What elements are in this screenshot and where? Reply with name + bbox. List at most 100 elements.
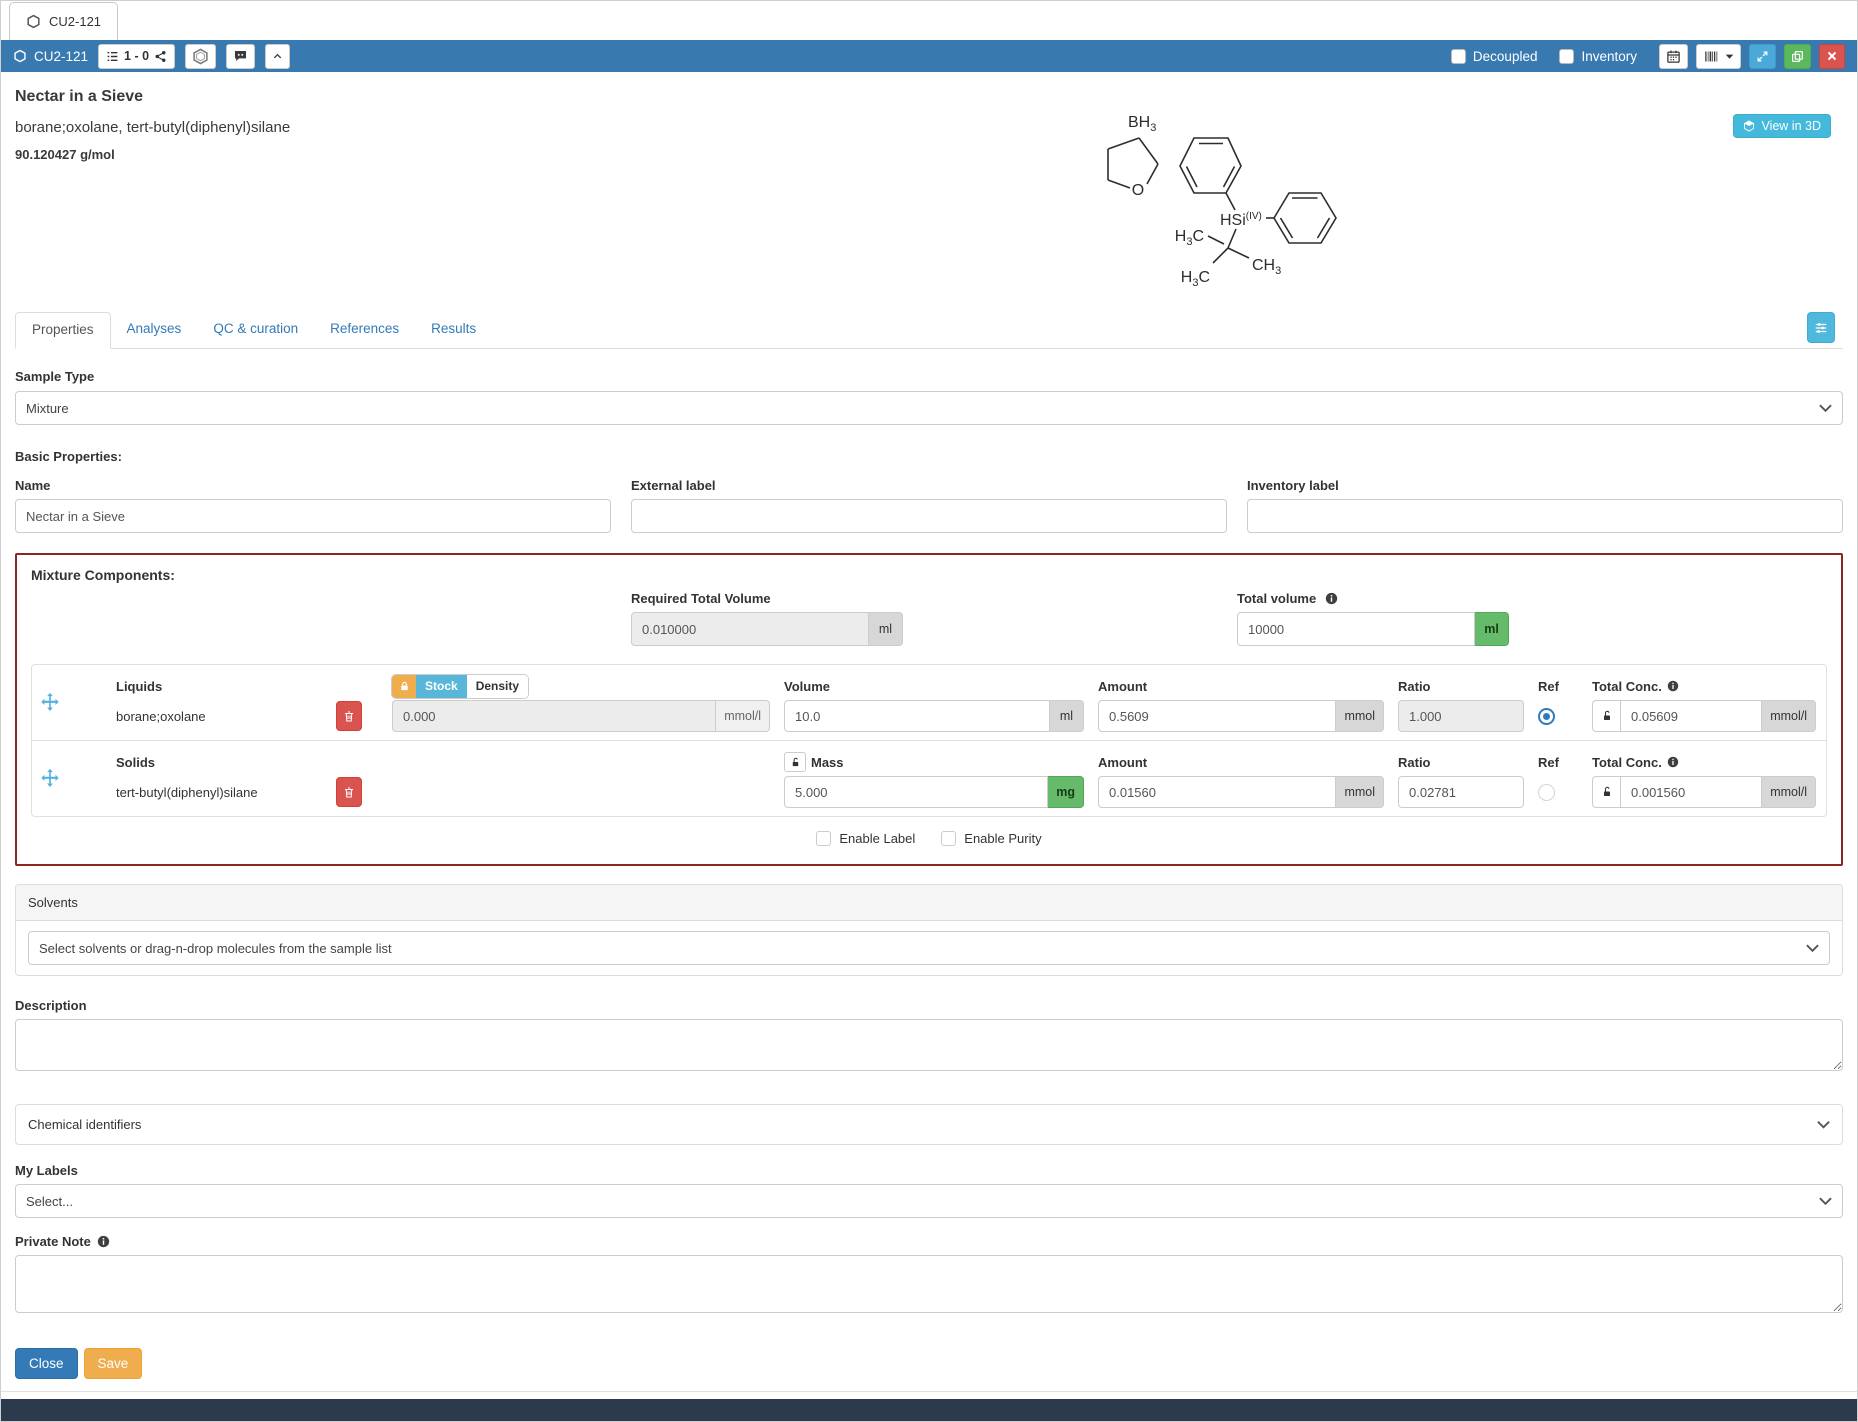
total-conc-input[interactable] (1620, 776, 1762, 808)
dates-button[interactable] (1659, 44, 1688, 69)
volume-input[interactable] (784, 700, 1050, 732)
trash-icon (343, 786, 355, 799)
close-button[interactable]: Close (15, 1348, 78, 1379)
benzene-icon (13, 49, 27, 63)
total-conc-unit[interactable]: mmol/l (1762, 776, 1816, 808)
decoupled-checkbox[interactable]: Decoupled (1451, 49, 1538, 64)
barcode-button[interactable] (1696, 44, 1741, 69)
basic-properties-heading: Basic Properties: (15, 449, 1843, 464)
tab-references[interactable]: References (314, 312, 415, 348)
collapse-button[interactable] (265, 44, 290, 69)
molecule-button[interactable] (185, 44, 216, 69)
benzene-icon (192, 48, 209, 65)
tab-analyses[interactable]: Analyses (111, 312, 198, 348)
amount-input[interactable] (1098, 700, 1336, 732)
sample-type-select[interactable]: Mixture (15, 391, 1843, 425)
delete-component-button[interactable] (336, 701, 362, 731)
solvents-select[interactable]: Select solvents or drag-n-drop molecules… (28, 931, 1830, 965)
mass-header: Mass (811, 755, 844, 770)
stock-toggle[interactable]: Stock (416, 675, 467, 698)
unlock-icon[interactable] (1592, 700, 1620, 732)
liquids-header: Liquids (116, 676, 378, 696)
components-table: Liquids borane;oxolane (31, 664, 1827, 817)
private-note-textarea[interactable] (15, 1255, 1843, 1313)
tab-properties[interactable]: Properties (15, 312, 111, 349)
svg-text:BH3: BH3 (1128, 114, 1156, 134)
solid-component-row: Solids tert-butyl(diphenyl)silane (32, 740, 1826, 816)
name-field-group: Name (15, 478, 611, 533)
ref-header: Ref (1538, 752, 1578, 772)
expand-icon (1756, 50, 1769, 63)
lock-icon[interactable] (392, 675, 416, 698)
detail-tabs: Properties Analyses QC & curation Refere… (15, 312, 1843, 349)
ratio-header: Ratio (1398, 676, 1524, 696)
close-detail-button[interactable] (1819, 44, 1845, 69)
analyses-counter-label: 1 - 0 (124, 49, 149, 63)
amount-input[interactable] (1098, 776, 1336, 808)
tab-results[interactable]: Results (415, 312, 492, 348)
stock-concentration-input (392, 700, 716, 732)
amount-unit[interactable]: mmol (1336, 700, 1384, 732)
inventory-label-input[interactable] (1247, 499, 1843, 533)
tab-qc-curation[interactable]: QC & curation (197, 312, 314, 348)
stock-density-toggle: Stock Density (392, 675, 528, 698)
amount-unit[interactable]: mmol (1336, 776, 1384, 808)
analyses-counter-button[interactable]: 1 - 0 (98, 44, 175, 69)
save-button[interactable]: Save (84, 1348, 143, 1379)
chemical-identifiers-panel[interactable]: Chemical identifiers (15, 1104, 1843, 1145)
comment-button[interactable] (226, 44, 255, 69)
ref-header: Ref (1538, 676, 1578, 696)
ratio-header: Ratio (1398, 752, 1524, 772)
total-conc-cell: Total Conc. mmol/l (1592, 676, 1816, 732)
unlock-icon[interactable] (784, 752, 806, 772)
svg-text:H3C: H3C (1181, 269, 1210, 289)
delete-component-button[interactable] (336, 777, 362, 807)
tab-settings-button[interactable] (1807, 312, 1835, 343)
fullscreen-button[interactable] (1749, 44, 1776, 69)
volume-unit[interactable]: ml (1050, 700, 1084, 732)
sample-molar-mass: 90.120427 g/mol (15, 147, 1843, 162)
chevron-down-icon (1819, 1197, 1832, 1206)
external-label-input[interactable] (631, 499, 1227, 533)
name-input[interactable] (15, 499, 611, 533)
footer-actions: Close Save (15, 1348, 1843, 1379)
amount-cell: Amount mmol (1098, 752, 1384, 808)
total-conc-input[interactable] (1620, 700, 1762, 732)
sample-name-heading: Nectar in a Sieve (15, 88, 1843, 106)
total-conc-unit[interactable]: mmol/l (1762, 700, 1816, 732)
view-in-3d-button[interactable]: View in 3D (1733, 114, 1831, 138)
ratio-input[interactable] (1398, 776, 1524, 808)
toolbar-right: Decoupled Inventory (1451, 44, 1845, 69)
trash-icon (343, 710, 355, 723)
inventory-checkbox[interactable]: Inventory (1559, 49, 1637, 64)
total-volume-input[interactable] (1237, 612, 1475, 646)
checkbox-icon (941, 831, 956, 846)
description-label: Description (15, 998, 1843, 1013)
total-volume-unit-button[interactable]: ml (1475, 612, 1509, 646)
drag-handle[interactable] (32, 672, 102, 732)
clone-button[interactable] (1784, 44, 1811, 69)
external-label-label: External label (631, 478, 1227, 493)
info-icon (1325, 592, 1338, 605)
share-icon (154, 50, 167, 63)
description-textarea[interactable] (15, 1019, 1843, 1071)
density-toggle[interactable]: Density (467, 675, 528, 698)
inventory-label: Inventory (1581, 49, 1637, 64)
drag-handle[interactable] (32, 748, 102, 808)
app-window: CU2-121 CU2-121 1 - 0 (0, 0, 1858, 1422)
bottom-divider (1, 1391, 1857, 1392)
mass-unit-button[interactable]: mg (1048, 776, 1084, 808)
mass-input[interactable] (784, 776, 1048, 808)
total-volume-row: Required Total Volume ml Total volume (31, 591, 1827, 646)
enable-purity-checkbox[interactable]: Enable Purity (941, 831, 1041, 846)
reference-radio[interactable] (1538, 708, 1555, 725)
sample-tab[interactable]: CU2-121 (9, 2, 118, 40)
enable-label-checkbox[interactable]: Enable Label (816, 831, 915, 846)
volume-header: Volume (784, 676, 1084, 696)
unlock-icon[interactable] (1592, 776, 1620, 808)
my-labels-select[interactable]: Select... (15, 1184, 1843, 1218)
svg-text:O: O (1132, 182, 1144, 199)
reference-radio[interactable] (1538, 784, 1555, 801)
solids-header: Solids (116, 752, 378, 772)
volume-cell: Volume ml (784, 676, 1084, 732)
